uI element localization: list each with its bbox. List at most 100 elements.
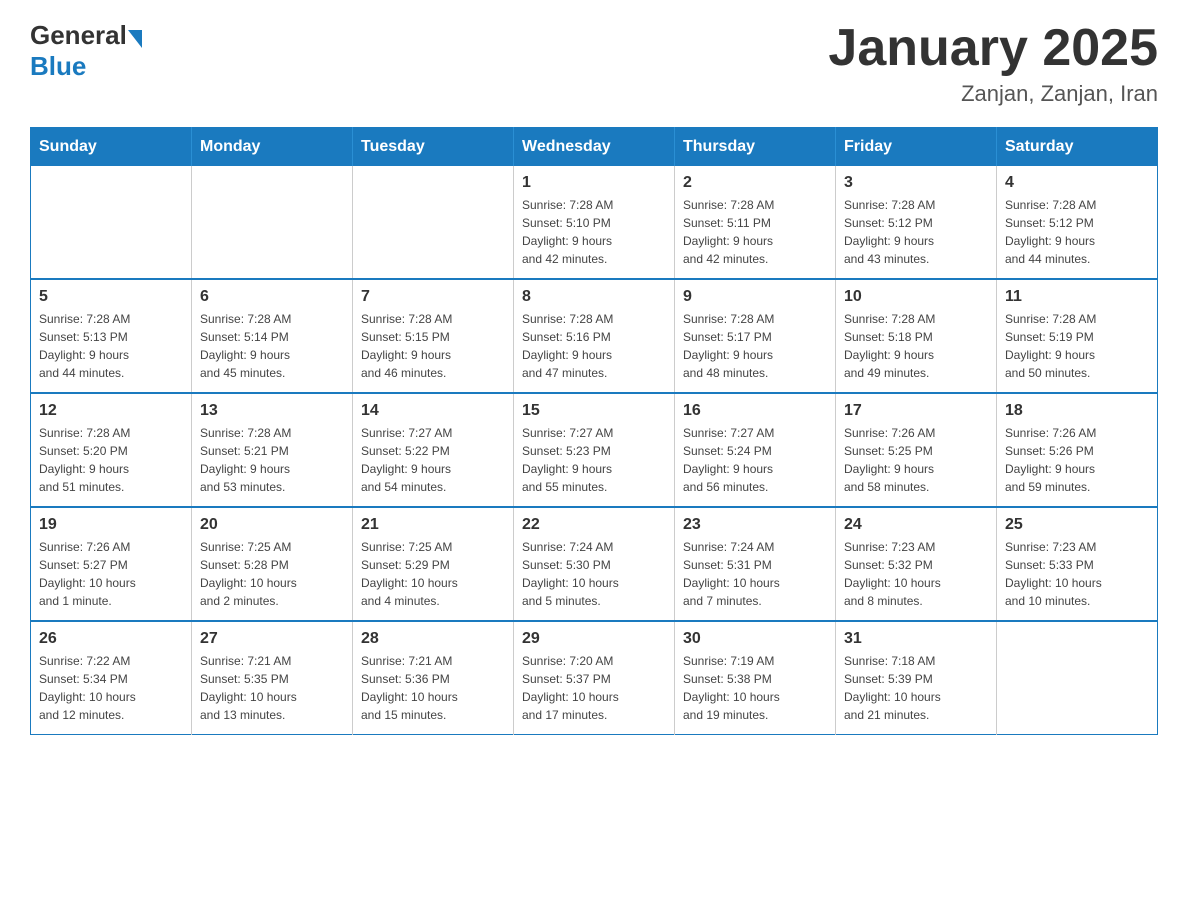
calendar-cell: 25 Sunrise: 7:23 AM Sunset: 5:33 PM Dayli… [997,507,1158,621]
weekday-header-monday: Monday [192,128,353,167]
logo-arrow-icon [128,30,142,48]
day-number: 6 [200,288,344,306]
calendar-week-4: 19 Sunrise: 7:26 AM Sunset: 5:27 PM Dayli… [31,507,1158,621]
calendar-cell: 28 Sunrise: 7:21 AM Sunset: 5:36 PM Dayli… [353,621,514,735]
calendar-cell: 21 Sunrise: 7:25 AM Sunset: 5:29 PM Dayli… [353,507,514,621]
header: General Blue January 2025 Zanjan, Zanjan… [30,20,1158,107]
calendar-cell: 11Sunrise: 7:28 AM Sunset: 5:19 PM Dayli… [997,279,1158,393]
calendar-cell: 18 Sunrise: 7:26 AM Sunset: 5:26 PM Dayli… [997,393,1158,507]
calendar-cell: 24Sunrise: 7:23 AM Sunset: 5:32 PM Dayli… [836,507,997,621]
day-info: Sunrise: 7:24 AM Sunset: 5:31 PM Dayligh… [683,538,827,610]
day-info: Sunrise: 7:22 AM Sunset: 5:34 PM Dayligh… [39,652,183,724]
calendar-cell [192,166,353,279]
day-info: Sunrise: 7:26 AM Sunset: 5:25 PM Dayligh… [844,424,988,496]
weekday-header-saturday: Saturday [997,128,1158,167]
day-info: Sunrise: 7:28 AM Sunset: 5:11 PM Dayligh… [683,196,827,268]
day-number: 24 [844,516,988,534]
day-number: 1 [522,174,666,192]
calendar-cell: 27Sunrise: 7:21 AM Sunset: 5:35 PM Dayli… [192,621,353,735]
day-info: Sunrise: 7:28 AM Sunset: 5:10 PM Dayligh… [522,196,666,268]
calendar-cell: 22 Sunrise: 7:24 AM Sunset: 5:30 PM Dayli… [514,507,675,621]
weekday-header-row: SundayMondayTuesdayWednesdayThursdayFrid… [31,128,1158,167]
calendar-week-3: 12Sunrise: 7:28 AM Sunset: 5:20 PM Dayli… [31,393,1158,507]
calendar-cell [997,621,1158,735]
day-number: 19 [39,516,183,534]
day-number: 4 [1005,174,1149,192]
calendar-cell: 1 Sunrise: 7:28 AM Sunset: 5:10 PM Daylig… [514,166,675,279]
day-number: 3 [844,174,988,192]
calendar-cell: 9Sunrise: 7:28 AM Sunset: 5:17 PM Daylig… [675,279,836,393]
calendar-cell: 10 Sunrise: 7:28 AM Sunset: 5:18 PM Dayli… [836,279,997,393]
calendar-cell: 29 Sunrise: 7:20 AM Sunset: 5:37 PM Dayli… [514,621,675,735]
location-title: Zanjan, Zanjan, Iran [828,81,1158,107]
day-info: Sunrise: 7:23 AM Sunset: 5:33 PM Dayligh… [1005,538,1149,610]
calendar-cell: 17 Sunrise: 7:26 AM Sunset: 5:25 PM Dayli… [836,393,997,507]
day-info: Sunrise: 7:28 AM Sunset: 5:18 PM Dayligh… [844,310,988,382]
calendar-cell: 3Sunrise: 7:28 AM Sunset: 5:12 PM Daylig… [836,166,997,279]
day-number: 2 [683,174,827,192]
day-number: 23 [683,516,827,534]
day-number: 27 [200,630,344,648]
day-info: Sunrise: 7:28 AM Sunset: 5:14 PM Dayligh… [200,310,344,382]
calendar-cell: 30 Sunrise: 7:19 AM Sunset: 5:38 PM Dayli… [675,621,836,735]
calendar-cell: 12Sunrise: 7:28 AM Sunset: 5:20 PM Dayli… [31,393,192,507]
day-info: Sunrise: 7:26 AM Sunset: 5:27 PM Dayligh… [39,538,183,610]
day-number: 15 [522,402,666,420]
calendar-cell: 14 Sunrise: 7:27 AM Sunset: 5:22 PM Dayli… [353,393,514,507]
day-number: 20 [200,516,344,534]
calendar-week-5: 26 Sunrise: 7:22 AM Sunset: 5:34 PM Dayli… [31,621,1158,735]
calendar-cell [353,166,514,279]
day-info: Sunrise: 7:28 AM Sunset: 5:13 PM Dayligh… [39,310,183,382]
weekday-header-thursday: Thursday [675,128,836,167]
calendar-header: SundayMondayTuesdayWednesdayThursdayFrid… [31,128,1158,167]
calendar-cell: 19 Sunrise: 7:26 AM Sunset: 5:27 PM Dayli… [31,507,192,621]
day-number: 16 [683,402,827,420]
day-number: 25 [1005,516,1149,534]
calendar-cell: 15 Sunrise: 7:27 AM Sunset: 5:23 PM Dayli… [514,393,675,507]
day-number: 13 [200,402,344,420]
weekday-header-tuesday: Tuesday [353,128,514,167]
day-info: Sunrise: 7:25 AM Sunset: 5:28 PM Dayligh… [200,538,344,610]
calendar-week-2: 5 Sunrise: 7:28 AM Sunset: 5:13 PM Daylig… [31,279,1158,393]
calendar-cell: 16Sunrise: 7:27 AM Sunset: 5:24 PM Dayli… [675,393,836,507]
day-number: 22 [522,516,666,534]
day-number: 10 [844,288,988,306]
day-number: 18 [1005,402,1149,420]
calendar-cell: 5 Sunrise: 7:28 AM Sunset: 5:13 PM Daylig… [31,279,192,393]
calendar-cell: 4 Sunrise: 7:28 AM Sunset: 5:12 PM Daylig… [997,166,1158,279]
logo-blue-text: Blue [30,51,86,81]
day-info: Sunrise: 7:25 AM Sunset: 5:29 PM Dayligh… [361,538,505,610]
day-number: 26 [39,630,183,648]
calendar-cell: 13 Sunrise: 7:28 AM Sunset: 5:21 PM Dayli… [192,393,353,507]
day-number: 5 [39,288,183,306]
calendar-cell: 20 Sunrise: 7:25 AM Sunset: 5:28 PM Dayli… [192,507,353,621]
day-number: 17 [844,402,988,420]
calendar-cell: 2 Sunrise: 7:28 AM Sunset: 5:11 PM Daylig… [675,166,836,279]
day-number: 21 [361,516,505,534]
day-number: 14 [361,402,505,420]
day-info: Sunrise: 7:20 AM Sunset: 5:37 PM Dayligh… [522,652,666,724]
day-info: Sunrise: 7:24 AM Sunset: 5:30 PM Dayligh… [522,538,666,610]
day-number: 31 [844,630,988,648]
logo: General Blue [30,20,143,82]
calendar-cell: 26 Sunrise: 7:22 AM Sunset: 5:34 PM Dayli… [31,621,192,735]
calendar-week-1: 1 Sunrise: 7:28 AM Sunset: 5:10 PM Daylig… [31,166,1158,279]
day-number: 30 [683,630,827,648]
month-title: January 2025 [828,20,1158,77]
calendar-cell [31,166,192,279]
logo-general-text: General [30,20,127,51]
day-info: Sunrise: 7:28 AM Sunset: 5:12 PM Dayligh… [1005,196,1149,268]
day-info: Sunrise: 7:21 AM Sunset: 5:36 PM Dayligh… [361,652,505,724]
weekday-header-wednesday: Wednesday [514,128,675,167]
day-info: Sunrise: 7:27 AM Sunset: 5:23 PM Dayligh… [522,424,666,496]
day-info: Sunrise: 7:26 AM Sunset: 5:26 PM Dayligh… [1005,424,1149,496]
calendar-cell: 23 Sunrise: 7:24 AM Sunset: 5:31 PM Dayli… [675,507,836,621]
day-info: Sunrise: 7:27 AM Sunset: 5:22 PM Dayligh… [361,424,505,496]
day-number: 28 [361,630,505,648]
day-info: Sunrise: 7:19 AM Sunset: 5:38 PM Dayligh… [683,652,827,724]
day-info: Sunrise: 7:28 AM Sunset: 5:21 PM Dayligh… [200,424,344,496]
day-number: 29 [522,630,666,648]
day-info: Sunrise: 7:28 AM Sunset: 5:15 PM Dayligh… [361,310,505,382]
calendar-cell: 7Sunrise: 7:28 AM Sunset: 5:15 PM Daylig… [353,279,514,393]
day-number: 9 [683,288,827,306]
